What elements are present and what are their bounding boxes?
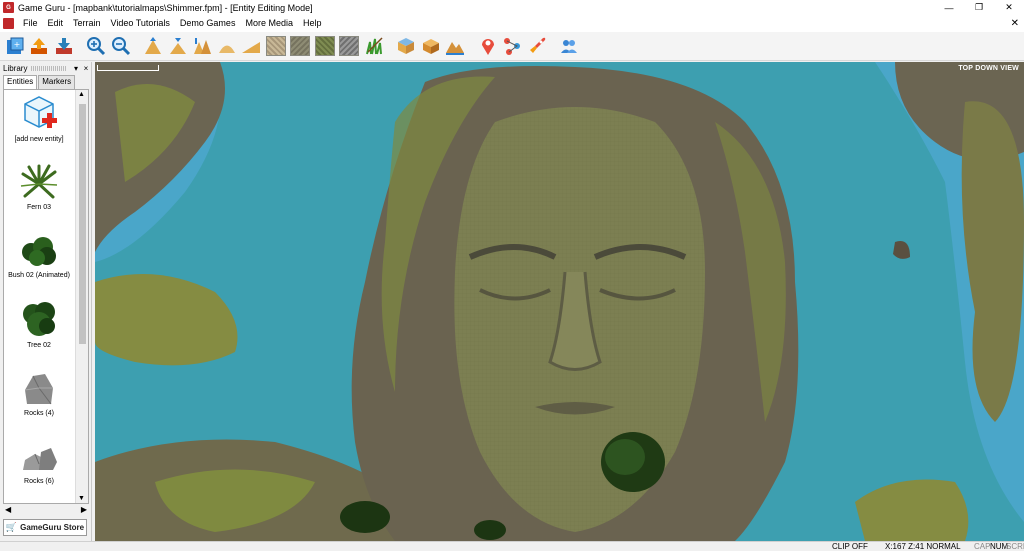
menu-video-tutorials[interactable]: Video Tutorials — [106, 15, 175, 32]
library-header: Library ▾ × — [0, 62, 91, 75]
document-close-button[interactable]: ✕ — [1011, 15, 1019, 32]
texture-swatch-grass — [314, 36, 335, 56]
paint-texture-4-icon[interactable] — [338, 35, 361, 58]
system-menu-icon[interactable] — [3, 18, 14, 29]
title-bar: G Game Guru - [mapbank\tutorialmaps\Shim… — [0, 0, 1024, 15]
library-panel: Library ▾ × Entities Markers [add new en… — [0, 62, 92, 541]
zoom-out-icon[interactable] — [109, 35, 132, 58]
place-marker-icon[interactable] — [476, 35, 499, 58]
library-title: Library — [3, 64, 28, 73]
store-label: GameGuru Store — [20, 523, 85, 532]
scroll-right-icon[interactable]: ▶ — [81, 505, 87, 514]
entity-item-fern[interactable]: Fern 03 — [4, 164, 74, 211]
entity-label: Rocks (6) — [24, 478, 54, 485]
waypoint-mode-icon[interactable] — [419, 35, 442, 58]
minimize-button[interactable]: — — [934, 0, 964, 15]
ramp-terrain-icon[interactable] — [240, 35, 263, 58]
paint-texture-3-icon[interactable] — [313, 35, 336, 58]
new-level-icon[interactable]: + — [3, 35, 26, 58]
scroll-down-icon[interactable]: ▼ — [78, 495, 85, 502]
level-terrain-icon[interactable] — [191, 35, 214, 58]
entity-item-rocks-6[interactable]: Rocks (6) — [4, 440, 74, 485]
gameguru-store-button[interactable]: 🛒 GameGuru Store — [3, 519, 87, 536]
zoom-in-icon[interactable] — [85, 35, 108, 58]
entity-label: Fern 03 — [26, 204, 52, 211]
bush-entity-highlight — [605, 439, 645, 475]
library-drag-grip[interactable] — [31, 66, 67, 71]
texture-swatch-dirt — [290, 36, 310, 56]
library-scrollbar[interactable]: ▲ ▼ — [75, 90, 88, 503]
add-new-entity-item[interactable]: [add new entity] — [4, 94, 74, 143]
svg-text:+: + — [13, 40, 20, 49]
entity-mode-icon[interactable] — [395, 35, 418, 58]
texture-swatch-rock — [339, 36, 359, 56]
library-close-icon[interactable]: × — [81, 64, 91, 73]
top-down-viewport[interactable]: TOP DOWN VIEW — [95, 62, 1024, 541]
menu-file[interactable]: File — [18, 15, 43, 32]
tab-markers[interactable]: Markers — [38, 75, 76, 89]
library-tabs: Entities Markers — [3, 75, 91, 89]
window-controls: — ❐ ✕ — [934, 0, 1024, 15]
terrain-map[interactable] — [95, 62, 1024, 541]
waypoint-connect-icon[interactable] — [501, 35, 524, 58]
entity-label: Bush 02 (Animated) — [8, 272, 70, 279]
paint-texture-1-icon[interactable] — [264, 35, 287, 58]
library-hscrollbar[interactable]: ◀ ▶ — [3, 503, 89, 515]
raise-terrain-icon[interactable] — [142, 35, 165, 58]
scale-bar — [97, 65, 159, 71]
social-vr-icon[interactable] — [558, 35, 581, 58]
lower-terrain-icon[interactable] — [166, 35, 189, 58]
fern-entity[interactable] — [340, 501, 390, 533]
entity-label: Rocks (4) — [24, 410, 54, 417]
entity-item-tree[interactable]: Tree 02 — [4, 300, 74, 349]
bush-icon — [22, 237, 56, 266]
load-level-icon[interactable] — [28, 35, 51, 58]
close-button[interactable]: ✕ — [994, 0, 1024, 15]
menu-help[interactable]: Help — [298, 15, 327, 32]
paint-texture-2-icon[interactable] — [289, 35, 312, 58]
toolbar: + — [0, 32, 1024, 61]
texture-swatch-sand — [265, 36, 286, 56]
save-level-icon[interactable] — [52, 35, 75, 58]
library-scroll-thumb[interactable] — [79, 104, 86, 344]
coordinates-readout: X:167 Z:41 NORMAL — [885, 542, 961, 551]
blend-terrain-icon[interactable] — [215, 35, 238, 58]
fern-icon — [20, 164, 58, 199]
scroll-left-icon[interactable]: ◀ — [5, 505, 11, 514]
caps-lock-indicator: CAP — [974, 542, 991, 551]
tab-entities[interactable]: Entities — [3, 75, 38, 89]
test-game-icon[interactable] — [525, 35, 548, 58]
menu-demo-games[interactable]: Demo Games — [175, 15, 241, 32]
markers-mode-icon[interactable] — [444, 35, 467, 58]
menu-terrain[interactable]: Terrain — [68, 15, 106, 32]
paint-grass-icon[interactable] — [362, 35, 385, 58]
rock-icon — [24, 374, 53, 405]
entity-label: Tree 02 — [27, 342, 51, 349]
gameguru-logo-icon: G — [3, 2, 14, 13]
scroll-lock-indicator: SCRL — [1006, 542, 1024, 551]
restore-button[interactable]: ❐ — [964, 0, 994, 15]
tree-icon — [23, 302, 55, 336]
view-mode-label: TOP DOWN VIEW — [958, 65, 1019, 72]
entity-item-bush[interactable]: Bush 02 (Animated) — [4, 232, 74, 279]
entity-item-rocks-4[interactable]: Rocks (4) — [4, 370, 74, 417]
entity-label: [add new entity] — [14, 136, 64, 143]
clip-status: CLIP OFF — [832, 542, 868, 551]
entity-list: [add new entity] Fern 03 Bush 02 (Animat… — [3, 89, 89, 504]
pin-icon[interactable]: ▾ — [71, 64, 81, 73]
menu-edit[interactable]: Edit — [43, 15, 69, 32]
menu-more-media[interactable]: More Media — [240, 15, 298, 32]
status-bar: CLIP OFF X:167 Z:41 NORMAL CAP NUM SCRL — [0, 541, 1024, 551]
scroll-up-icon[interactable]: ▲ — [78, 91, 85, 98]
window-title: Game Guru - [mapbank\tutorialmaps\Shimme… — [18, 2, 313, 13]
cart-icon: 🛒 — [5, 522, 18, 532]
fern-entity[interactable] — [474, 520, 506, 540]
rocks-icon — [23, 448, 57, 470]
menu-bar: File Edit Terrain Video Tutorials Demo G… — [0, 15, 1024, 32]
add-entity-icon — [24, 96, 57, 128]
